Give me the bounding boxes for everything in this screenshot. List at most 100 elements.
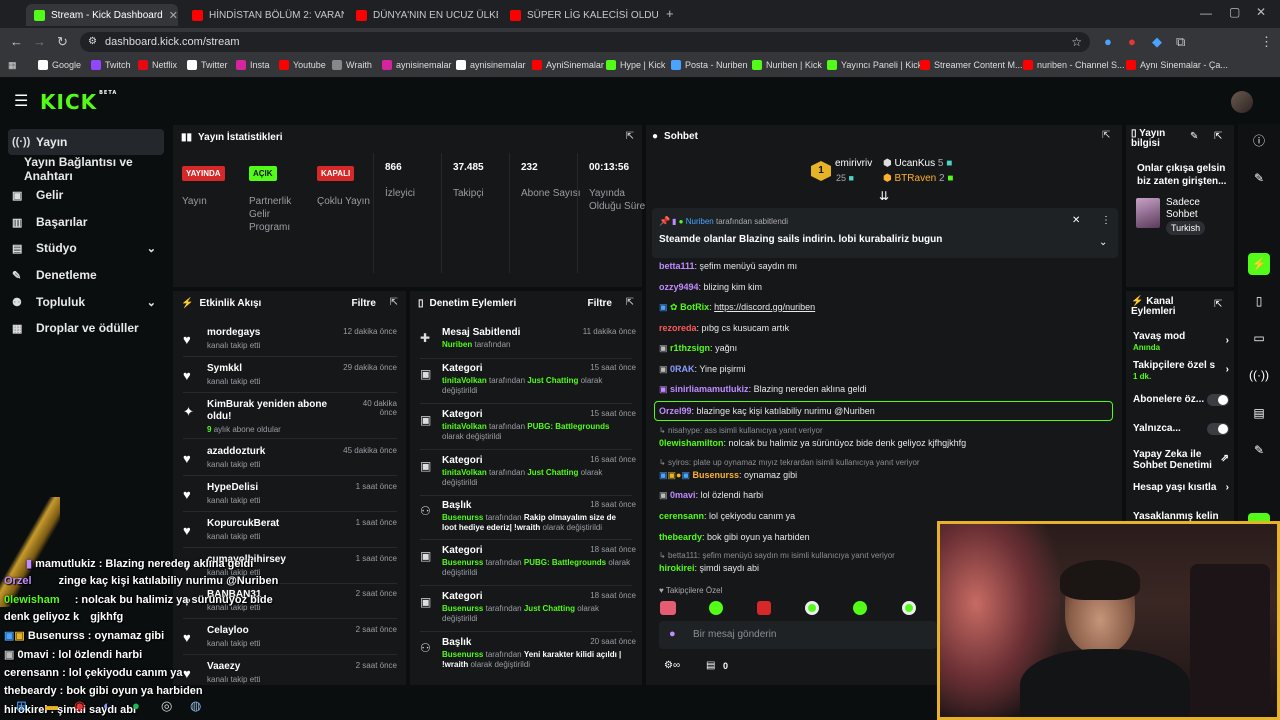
chat-message[interactable]: rezoreda: pıbg cs kusucam artık [659,323,789,333]
chat-message[interactable]: ozzy9494: blizing kim kim [659,282,762,292]
chrome-icon[interactable]: ◉ [74,698,85,714]
edit-icon[interactable]: ✎ [1190,131,1198,142]
chat-message[interactable]: ▣ sinirliamamutlukiz: Blazing nereden ak… [659,384,867,395]
sidebar-item-gelir[interactable]: ▣ Gelir [8,182,164,208]
extension-icon[interactable]: ● [1128,34,1136,49]
bookmark-posta[interactable]: Posta - Nuriben [671,60,748,70]
chat-icon[interactable]: ▭ [1248,327,1270,349]
sidebar-item-yayin[interactable]: ((·)) Yayın [8,129,164,155]
bookmark-hype-kick[interactable]: Hype | Kick [606,60,665,70]
bookmark-twitch[interactable]: Twitch [91,60,131,70]
leader-name[interactable]: ⬢ UcanKus 5 ■ [883,158,952,169]
chat-message[interactable]: ▣ 0mavi: lol özlendi harbi [659,490,763,501]
chat-message[interactable]: ▣ r1thzsign: yağnı [659,343,737,354]
bookmark-netflix[interactable]: Netflix [138,60,177,70]
close-tab-icon[interactable]: ✕ [163,9,178,22]
emote-icon[interactable] [709,601,723,615]
extension-icon[interactable]: ◆ [1152,34,1162,50]
reload-icon[interactable]: ↻ [57,34,68,50]
obs-icon[interactable]: ◎ [161,698,172,714]
filter-button[interactable]: Filtre [352,298,376,309]
filter-button[interactable]: Filtre [588,298,612,309]
toggle-switch[interactable] [1207,394,1229,406]
popout-icon[interactable]: ⇱ [626,131,634,142]
sidebar-item-topluluk[interactable]: ⚉ Topluluk ⌄ [8,289,164,315]
chevron-down-icon[interactable]: ⌄ [1099,237,1107,248]
popout-icon[interactable]: ⇱ [626,297,634,308]
leader-name[interactable]: emirivriv [835,158,872,169]
steam-icon[interactable]: ◍ [190,698,201,714]
emote-icon[interactable] [757,601,771,615]
popout-icon[interactable]: ⇱ [1214,131,1222,142]
bookmark-twitter[interactable]: Twitter [187,60,228,70]
chat-message[interactable]: Orzel99: blazinge kaç kişi katılabiliy n… [659,406,875,416]
chat-input[interactable]: ● Bir mesaj gönderin [659,621,937,649]
wrench-icon[interactable]: ✎ [1248,439,1270,461]
broadcast-icon[interactable]: ((·)) [1248,364,1270,386]
kick-logo[interactable]: KICK BETA [40,90,117,114]
popout-icon[interactable]: ⇱ [1102,130,1110,141]
category-name[interactable]: Sadece Sohbet [1166,197,1226,221]
maximize-icon[interactable]: ▢ [1229,5,1240,19]
chat-message[interactable]: ▣ ✿ BotRix: https://discord.gg/nuriben [659,302,815,313]
tab-kick-dashboard[interactable]: Stream - Kick Dashboard ✕ [26,4,178,26]
extension-icon[interactable]: ● [1104,34,1112,49]
site-info-icon[interactable]: ⚙ [88,32,97,52]
sidebar-item-studyo[interactable]: ▤ Stüdyo ⌄ [8,235,164,261]
bookmark-star-icon[interactable]: ☆ [1071,32,1082,52]
user-avatar[interactable] [1231,91,1253,113]
bookmark-wraith[interactable]: Wraith [332,60,372,70]
ai-moderation-option[interactable]: Yapay Zeka ile Sohbet Denetimi ⇗ [1133,449,1229,471]
bookmark-google[interactable]: Google [38,60,81,70]
chat-settings-icon[interactable]: ⚙∞ [664,660,680,671]
url-field[interactable]: ⚙ dashboard.kick.com/stream ☆ [80,32,1090,52]
back-icon[interactable]: ← [10,34,23,49]
bookmark-streamer-content[interactable]: Streamer Content M... [920,60,1023,70]
edit-icon[interactable]: ✎ [1248,167,1270,189]
document-icon[interactable]: ▯ [1248,290,1270,312]
spotify-icon[interactable]: ● [132,698,140,713]
account-age-option[interactable]: Hesap yaşı kısıtla › [1133,482,1229,493]
emote-icon[interactable] [805,601,819,615]
bookmark-yayinci-paneli[interactable]: Yayıncı Paneli | Kick [827,60,922,70]
gift-icon[interactable]: ▤ [706,660,715,671]
emote-icon[interactable] [660,601,676,615]
emote-icon[interactable] [902,601,916,615]
bookmark-youtube[interactable]: Youtube [279,60,326,70]
info-icon[interactable]: ⓘ [1248,130,1270,152]
emote-icon[interactable] [853,601,867,615]
tab-youtube-2[interactable]: DÜNYA'NIN EN UCUZ ÜLKESİ V✕ [348,4,498,26]
sidebar-item-stream-key[interactable]: Yayın Bağlantısı ve Anahtarı [8,155,164,183]
bolt-icon[interactable]: ⚡ [1248,253,1270,275]
slow-mode-option[interactable]: Yavaş mod Anında › [1133,331,1229,353]
apps-grid-icon[interactable]: ▦ [8,60,17,71]
minimize-icon[interactable]: — [1200,6,1212,20]
chat-message[interactable]: hirokirei: şimdi saydı abi [659,563,759,573]
sidebar-item-basarilar[interactable]: ▥ Başarılar [8,209,164,235]
chat-message[interactable]: 0lewishamilton: nolcak bu halimiz ya sür… [659,438,966,448]
sidebar-item-droplar[interactable]: ▦ Droplar ve ödüller [8,315,164,341]
toggle-switch[interactable] [1207,423,1229,435]
bookmark-insta[interactable]: Insta [236,60,270,70]
menu-kebab-icon[interactable]: ⋮ [1260,34,1273,50]
close-window-icon[interactable]: ✕ [1256,5,1266,19]
more-icon[interactable]: ⋮ [1101,215,1111,226]
tab-youtube-1[interactable]: HİNDİSTAN BÖLÜM 2: VARANA✕ [184,4,344,26]
bookmark-ayni-sinemalar[interactable]: Aynı Sinemalar - Ça... [1126,60,1228,70]
tab-youtube-3[interactable]: SÜPER LİG KALECİSİ OLDUM ! |✕ [502,4,658,26]
chat-message[interactable]: betta111: şefim menüyü saydın mı [659,261,797,271]
chat-message[interactable]: thebeardy: bok gibi oyun ya harbiden [659,532,810,542]
subscribers-only-toggle[interactable]: Abonelere öz... [1133,394,1229,406]
bookmark-aynisinemalar-yt[interactable]: AyniSinemalar [532,60,604,70]
bookmark-aynisinemalar-twitter[interactable]: aynisinemalar [456,60,526,70]
forward-icon[interactable]: → [33,34,46,49]
new-tab-icon[interactable]: + [666,6,674,21]
chat-message[interactable]: ▣▣●▣ Busenurss: oynamaz gibi [659,470,797,481]
discord-icon[interactable]: ◐ [103,698,111,713]
windows-start-icon[interactable]: ⊞ [16,698,27,714]
unpin-icon[interactable]: ✕ [1072,215,1080,226]
chat-message[interactable]: cerensann: lol çekiyodu canım ya [659,511,795,521]
leader-name[interactable]: ⬢ BTRaven 2 ■ [883,173,953,184]
scroll-down-icon[interactable]: ⇊ [879,189,889,203]
bookmark-nuriben-channel[interactable]: nuriben - Channel S... [1023,60,1125,70]
